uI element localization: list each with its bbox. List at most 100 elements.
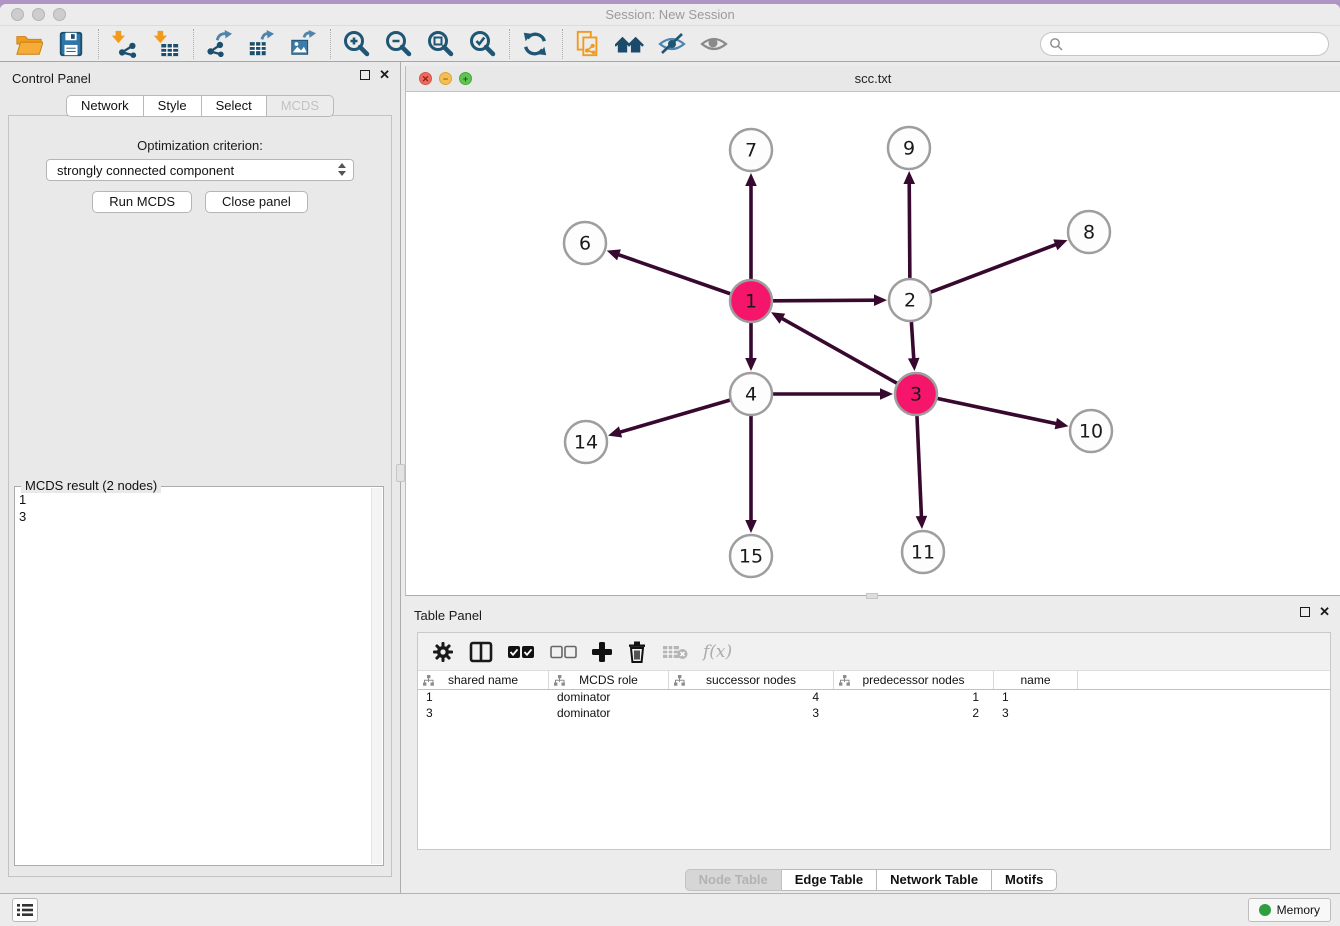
tab-style[interactable]: Style <box>144 95 202 117</box>
tab-select[interactable]: Select <box>202 95 267 117</box>
tab-motifs[interactable]: Motifs <box>992 869 1057 891</box>
export-table-icon[interactable] <box>244 29 278 59</box>
show-columns-icon[interactable] <box>469 639 493 665</box>
graph-node-6[interactable]: 6 <box>564 222 606 264</box>
zoom-out-icon[interactable] <box>381 29 415 59</box>
memory-button[interactable]: Memory <box>1248 898 1331 922</box>
close-panel-button[interactable]: Close panel <box>205 191 308 213</box>
attribute-icon <box>839 675 850 686</box>
graph-node-7[interactable]: 7 <box>730 129 772 171</box>
result-scrollbar[interactable] <box>371 488 382 864</box>
zoom-fit-icon[interactable] <box>423 29 457 59</box>
graph-edge-4-14[interactable] <box>617 400 730 433</box>
column-header-name[interactable]: name <box>994 671 1078 689</box>
graph-edge-2-3[interactable] <box>911 322 914 362</box>
svg-text:14: 14 <box>574 432 598 454</box>
apply-layout-icon[interactable] <box>518 29 552 59</box>
status-bar: Memory <box>0 893 1340 926</box>
column-header-predecessor-nodes[interactable]: predecessor nodes <box>834 671 994 689</box>
search-icon <box>1049 37 1063 51</box>
graph-edge-3-1[interactable] <box>779 317 897 383</box>
tab-node-table[interactable]: Node Table <box>685 869 782 891</box>
criterion-dropdown[interactable]: strongly connected component <box>46 159 354 181</box>
save-session-icon[interactable] <box>54 29 88 59</box>
table-toolbar: f(x) <box>418 633 1330 670</box>
mcds-result-line: 3 <box>19 508 369 525</box>
column-header-successor-nodes[interactable]: successor nodes <box>669 671 834 689</box>
delete-table-icon[interactable] <box>662 639 688 665</box>
graph-node-2[interactable]: 2 <box>889 279 931 321</box>
graph-node-4[interactable]: 4 <box>730 373 772 415</box>
graph-edge-3-10[interactable] <box>938 399 1060 425</box>
table-panel-title: Table Panel <box>414 608 482 623</box>
control-panel-header: Control Panel ✕ <box>0 62 400 92</box>
graph-node-9[interactable]: 9 <box>888 127 930 169</box>
import-table-icon[interactable] <box>149 29 183 59</box>
attribute-icon <box>674 675 685 686</box>
svg-text:9: 9 <box>903 138 915 160</box>
graph-arrowhead <box>916 516 928 529</box>
panel-splitter-grip[interactable] <box>396 464 405 482</box>
close-panel-icon[interactable]: ✕ <box>379 70 390 80</box>
memory-label: Memory <box>1277 903 1320 917</box>
graph-node-1[interactable]: 1 <box>730 280 772 322</box>
export-image-icon[interactable] <box>286 29 320 59</box>
graph-arrowhead <box>1055 418 1069 429</box>
graph-edge-3-11[interactable] <box>917 416 922 520</box>
search-input[interactable] <box>1067 37 1317 52</box>
svg-text:11: 11 <box>911 542 935 564</box>
attribute-icon <box>554 675 565 686</box>
zoom-selected-icon[interactable] <box>465 29 499 59</box>
tab-edge-table[interactable]: Edge Table <box>782 869 877 891</box>
unselect-all-columns-icon[interactable] <box>550 639 577 665</box>
function-builder-icon[interactable]: f(x) <box>703 639 732 665</box>
graph-node-14[interactable]: 14 <box>565 421 607 463</box>
graph-node-11[interactable]: 11 <box>902 531 944 573</box>
tab-network[interactable]: Network <box>66 95 144 117</box>
toolbar-separator <box>193 29 194 59</box>
column-header-shared-name[interactable]: shared name <box>418 671 549 689</box>
table-row[interactable]: 1 dominator 4 1 1 <box>418 690 1330 706</box>
float-table-panel-icon[interactable] <box>1300 607 1310 617</box>
open-file-icon[interactable] <box>12 29 46 59</box>
tab-network-table[interactable]: Network Table <box>877 869 992 891</box>
mcds-panel: Optimization criterion: strongly connect… <box>8 115 392 877</box>
graph-arrowhead <box>745 173 757 186</box>
search-field[interactable] <box>1040 32 1329 56</box>
import-network-icon[interactable] <box>107 29 141 59</box>
tab-mcds[interactable]: MCDS <box>267 95 334 117</box>
hide-selected-icon[interactable] <box>655 29 689 59</box>
close-table-panel-icon[interactable]: ✕ <box>1319 607 1330 617</box>
first-neighbors-icon[interactable] <box>613 29 647 59</box>
graph-edge-2-9[interactable] <box>909 180 910 278</box>
show-all-icon[interactable] <box>697 29 731 59</box>
graph-edge-2-8[interactable] <box>931 243 1060 292</box>
table-row[interactable]: 3 dominator 3 2 3 <box>418 706 1330 722</box>
graph-arrowhead <box>903 171 915 184</box>
graph-node-3[interactable]: 3 <box>895 373 937 415</box>
run-mcds-button[interactable]: Run MCDS <box>92 191 192 213</box>
mcds-result-line: 1 <box>19 491 369 508</box>
export-network-icon[interactable] <box>202 29 236 59</box>
graph-node-10[interactable]: 10 <box>1070 410 1112 452</box>
svg-text:4: 4 <box>745 384 757 406</box>
graph-edge-1-2[interactable] <box>773 300 878 301</box>
table-settings-icon[interactable] <box>432 639 454 665</box>
column-header-mcds-role[interactable]: MCDS role <box>549 671 669 689</box>
select-all-columns-icon[interactable] <box>508 639 535 665</box>
add-column-icon[interactable] <box>592 639 612 665</box>
zoom-in-icon[interactable] <box>339 29 373 59</box>
float-panel-icon[interactable] <box>360 70 370 80</box>
graph-node-15[interactable]: 15 <box>730 535 772 577</box>
graph-arrowhead <box>1053 239 1067 250</box>
graph-node-8[interactable]: 8 <box>1068 211 1110 253</box>
graph-arrowhead <box>874 294 887 306</box>
new-network-from-selection-icon[interactable] <box>571 29 605 59</box>
network-window-title: scc.txt <box>406 71 1340 86</box>
svg-text:1: 1 <box>745 291 757 313</box>
delete-column-icon[interactable] <box>627 639 647 665</box>
graph-edge-1-6[interactable] <box>615 254 730 294</box>
network-graph: 1 2 3 4 6 7 8 9 10 11 14 15 <box>406 92 1339 595</box>
network-canvas[interactable]: 1 2 3 4 6 7 8 9 10 11 14 15 <box>406 92 1339 595</box>
task-history-button[interactable] <box>12 898 38 922</box>
